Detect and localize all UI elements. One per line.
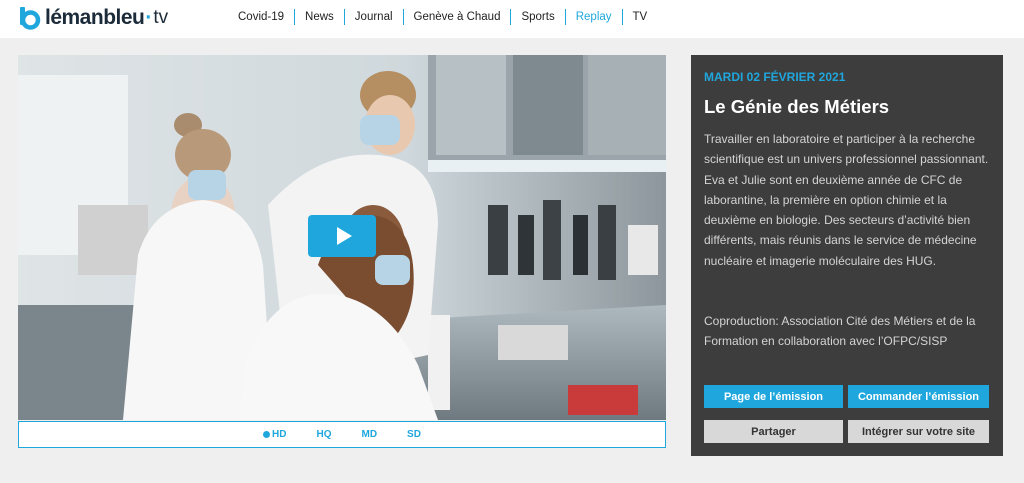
selected-dot-icon	[263, 431, 271, 438]
share-button[interactable]: Partager	[704, 420, 843, 443]
quality-option-hd[interactable]: HD	[263, 429, 286, 440]
video-player[interactable]	[18, 55, 666, 420]
quality-option-sd[interactable]: SD	[407, 429, 421, 440]
play-button[interactable]	[308, 215, 376, 257]
episode-coproduction: Coproduction: Association Cité des Métie…	[704, 314, 976, 349]
show-page-button[interactable]: Page de l’émission	[704, 385, 843, 408]
top-bar: lémanbleu · tv Covid-19 News Journal Gen…	[0, 0, 1024, 38]
episode-description: Travailler en laboratoire et participer …	[704, 132, 989, 268]
nav-item-news[interactable]: News	[295, 9, 345, 25]
brand-name: lémanbleu	[45, 6, 145, 29]
quality-option-hq[interactable]: HQ	[316, 429, 331, 440]
quality-option-md[interactable]: MD	[361, 429, 377, 440]
nav-item-sports[interactable]: Sports	[511, 9, 566, 25]
play-icon	[336, 227, 352, 245]
nav-item-tv[interactable]: TV	[623, 9, 658, 25]
brand-logo[interactable]: lémanbleu · tv	[18, 4, 168, 32]
nav-item-geneve-a-chaud[interactable]: Genève à Chaud	[404, 9, 512, 25]
logo-mark-icon	[18, 6, 42, 30]
brand-suffix: tv	[153, 7, 169, 28]
embed-button[interactable]: Intégrer sur votre site	[848, 420, 989, 443]
nav-item-replay[interactable]: Replay	[566, 9, 623, 25]
brand-dot: ·	[145, 6, 153, 29]
episode-title: Le Génie des Métiers	[704, 96, 890, 117]
episode-date: MARDI 02 FÉVRIER 2021	[704, 70, 846, 84]
quality-label: HD	[272, 429, 287, 440]
nav-item-covid[interactable]: Covid-19	[228, 9, 296, 25]
nav-item-journal[interactable]: Journal	[345, 9, 404, 25]
order-episode-button[interactable]: Commander l’émission	[848, 385, 989, 408]
quality-selector: HD HQ MD SD	[18, 421, 666, 448]
main-nav: Covid-19 News Journal Genève à Chaud Spo…	[228, 8, 657, 26]
episode-info-panel: MARDI 02 FÉVRIER 2021 Le Génie des Métie…	[691, 55, 1003, 456]
